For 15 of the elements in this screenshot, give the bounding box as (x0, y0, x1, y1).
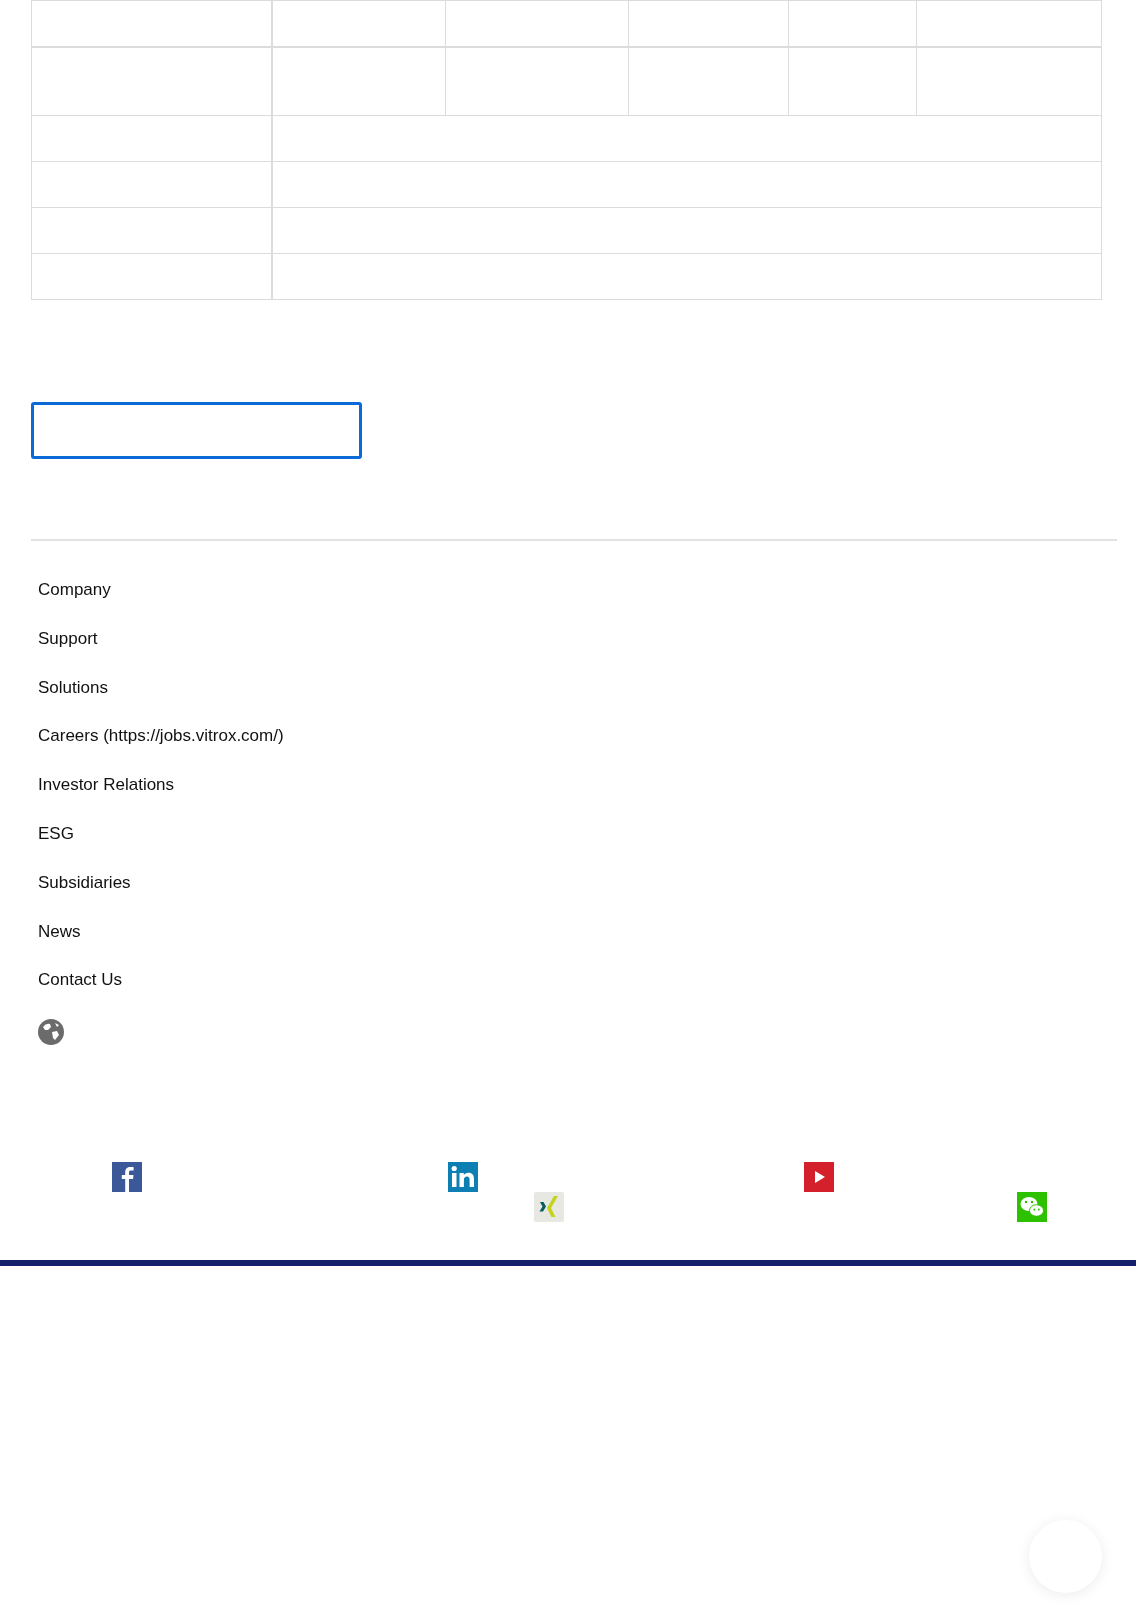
xing-icon[interactable] (534, 1192, 564, 1223)
youtube-icon[interactable] (804, 1162, 834, 1193)
footer-link[interactable]: Contact Us (38, 969, 123, 993)
outline-button[interactable] (31, 402, 362, 459)
footer-link[interactable]: Subsidiaries (38, 871, 131, 895)
footer-link[interactable]: Company (38, 579, 111, 602)
footer-link[interactable]: Solutions (38, 676, 108, 700)
linkedin-icon[interactable] (448, 1162, 478, 1193)
footer-link[interactable]: Careers (https://jobs.vitrox.com/) (38, 725, 284, 749)
facebook-icon[interactable] (112, 1162, 142, 1193)
footer-link[interactable]: News (38, 920, 81, 944)
footer-link[interactable]: Investor Relations (38, 774, 175, 797)
footer-link[interactable]: Support (38, 627, 98, 651)
footer-link[interactable]: ESG (38, 823, 74, 846)
globe-icon[interactable] (37, 1018, 65, 1047)
